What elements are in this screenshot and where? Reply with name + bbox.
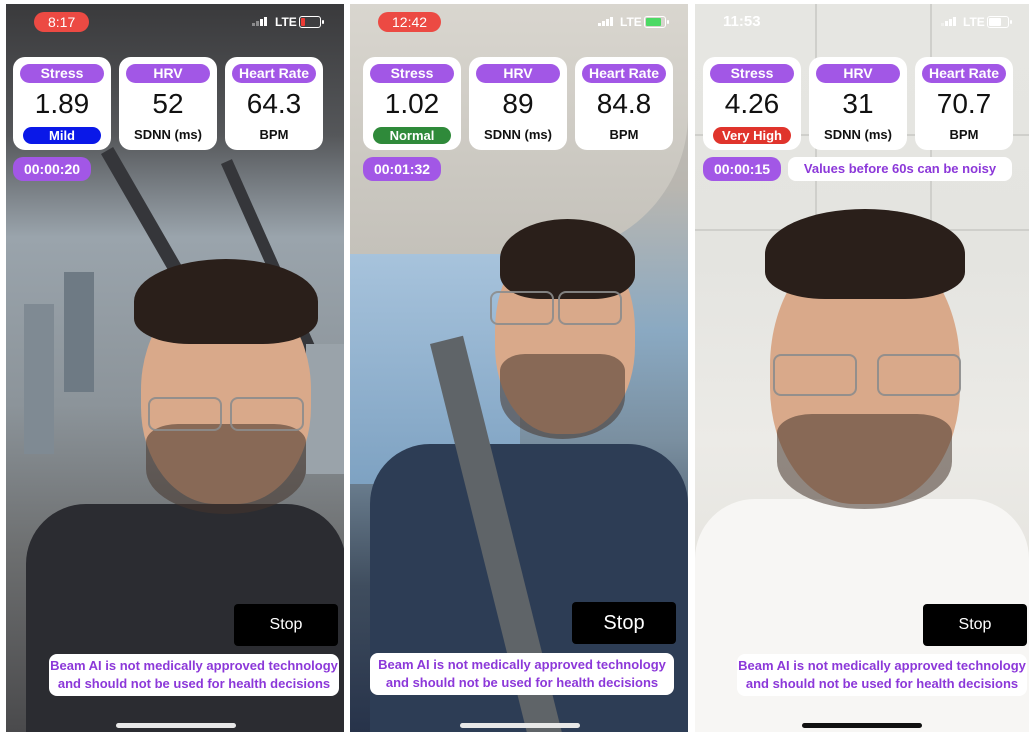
noise-warning: Values before 60s can be noisy: [788, 157, 1012, 181]
stress-value: 1.02: [384, 88, 440, 119]
building: [24, 304, 54, 454]
stress-value: 1.89: [34, 88, 90, 119]
glasses: [230, 397, 304, 431]
hair: [500, 219, 635, 299]
medical-disclaimer: Beam AI is not medically approved techno…: [49, 654, 339, 696]
status-bar: 11:53 LTE: [695, 12, 1029, 34]
hrv-label: HRV: [126, 64, 210, 83]
home-indicator[interactable]: [460, 723, 580, 728]
stress-level-badge: Mild: [23, 127, 101, 144]
hrv-unit: SDNN (ms): [484, 127, 552, 142]
heart-rate-unit: BPM: [949, 127, 979, 142]
signal-icon: [598, 17, 613, 26]
hair: [765, 209, 965, 299]
hrv-card: HRV 89 SDNN (ms): [469, 57, 567, 150]
phone-screen-3: 11:53 LTE Stress 4.26 Very High HRV 31 S…: [695, 4, 1029, 732]
hrv-value: 89: [502, 88, 534, 119]
stress-level-badge: Normal: [373, 127, 451, 144]
elapsed-timer: 00:00:15: [703, 157, 781, 181]
hrv-unit: SDNN (ms): [134, 127, 202, 142]
disclaimer-line-1: Beam AI is not medically approved techno…: [738, 658, 1026, 673]
hrv-card: HRV 31 SDNN (ms): [809, 57, 907, 150]
heart-rate-label: Heart Rate: [922, 64, 1006, 83]
status-bar: 8:17 LTE: [6, 12, 344, 34]
stop-button[interactable]: Stop: [572, 602, 676, 644]
heart-rate-value: 84.8: [596, 88, 652, 119]
glasses: [148, 397, 222, 431]
hrv-label: HRV: [816, 64, 900, 83]
signal-icon: [252, 17, 267, 26]
heart-rate-label: Heart Rate: [232, 64, 316, 83]
building: [64, 272, 94, 392]
glasses: [773, 354, 857, 396]
hrv-card: HRV 52 SDNN (ms): [119, 57, 217, 150]
glasses: [558, 291, 622, 325]
stop-button[interactable]: Stop: [234, 604, 338, 646]
stress-level-badge: Very High: [713, 127, 791, 144]
stop-button[interactable]: Stop: [923, 604, 1027, 646]
heart-rate-label: Heart Rate: [582, 64, 666, 83]
stress-label: Stress: [20, 64, 104, 83]
glasses: [877, 354, 961, 396]
elapsed-timer: 00:01:32: [363, 157, 441, 181]
battery-charging-icon: [644, 16, 669, 28]
network-type: LTE: [963, 15, 985, 29]
status-time: 8:17: [34, 12, 90, 32]
phone-screen-1: 8:17 LTE Stress 1.89 Mild HRV 52 SDNN (m…: [6, 4, 344, 732]
disclaimer-line-2: and should not be used for health decisi…: [385, 675, 659, 690]
status-time: 12:42: [378, 12, 442, 32]
heart-rate-unit: BPM: [609, 127, 639, 142]
building: [306, 344, 344, 474]
battery-icon: [987, 16, 1012, 28]
stress-value: 4.26: [724, 88, 780, 119]
disclaimer-line-2: and should not be used for health decisi…: [57, 676, 331, 691]
heart-rate-unit: BPM: [259, 127, 289, 142]
stress-card: Stress 1.02 Normal: [363, 57, 461, 150]
glasses: [490, 291, 554, 325]
network-type: LTE: [275, 15, 297, 29]
heart-rate-value: 70.7: [936, 88, 992, 119]
stress-card: Stress 1.89 Mild: [13, 57, 111, 150]
hrv-value: 31: [842, 88, 874, 119]
heart-rate-card: Heart Rate 84.8 BPM: [575, 57, 673, 150]
medical-disclaimer: Beam AI is not medically approved techno…: [370, 653, 674, 695]
disclaimer-line-1: Beam AI is not medically approved techno…: [50, 658, 338, 673]
disclaimer-line-2: and should not be used for health decisi…: [745, 676, 1019, 691]
status-time: 11:53: [723, 13, 761, 30]
home-indicator[interactable]: [116, 723, 236, 728]
hair: [134, 259, 318, 344]
battery-icon: [299, 16, 324, 28]
stress-card: Stress 4.26 Very High: [703, 57, 801, 150]
disclaimer-line-1: Beam AI is not medically approved techno…: [378, 657, 666, 672]
elapsed-timer: 00:00:20: [13, 157, 91, 181]
heart-rate-card: Heart Rate 64.3 BPM: [225, 57, 323, 150]
hrv-value: 52: [152, 88, 184, 119]
stress-label: Stress: [370, 64, 454, 83]
signal-icon: [941, 17, 956, 26]
stress-label: Stress: [710, 64, 794, 83]
medical-disclaimer: Beam AI is not medically approved techno…: [737, 654, 1027, 696]
beard: [146, 424, 306, 514]
home-indicator[interactable]: [802, 723, 922, 728]
hrv-unit: SDNN (ms): [824, 127, 892, 142]
beard: [500, 354, 625, 439]
hrv-label: HRV: [476, 64, 560, 83]
network-type: LTE: [620, 15, 642, 29]
heart-rate-card: Heart Rate 70.7 BPM: [915, 57, 1013, 150]
phone-screen-2: 12:42 LTE Stress 1.02 Normal HRV 89 SDNN…: [350, 4, 688, 732]
status-bar: 12:42 LTE: [350, 12, 688, 34]
heart-rate-value: 64.3: [246, 88, 302, 119]
beard: [777, 414, 952, 509]
